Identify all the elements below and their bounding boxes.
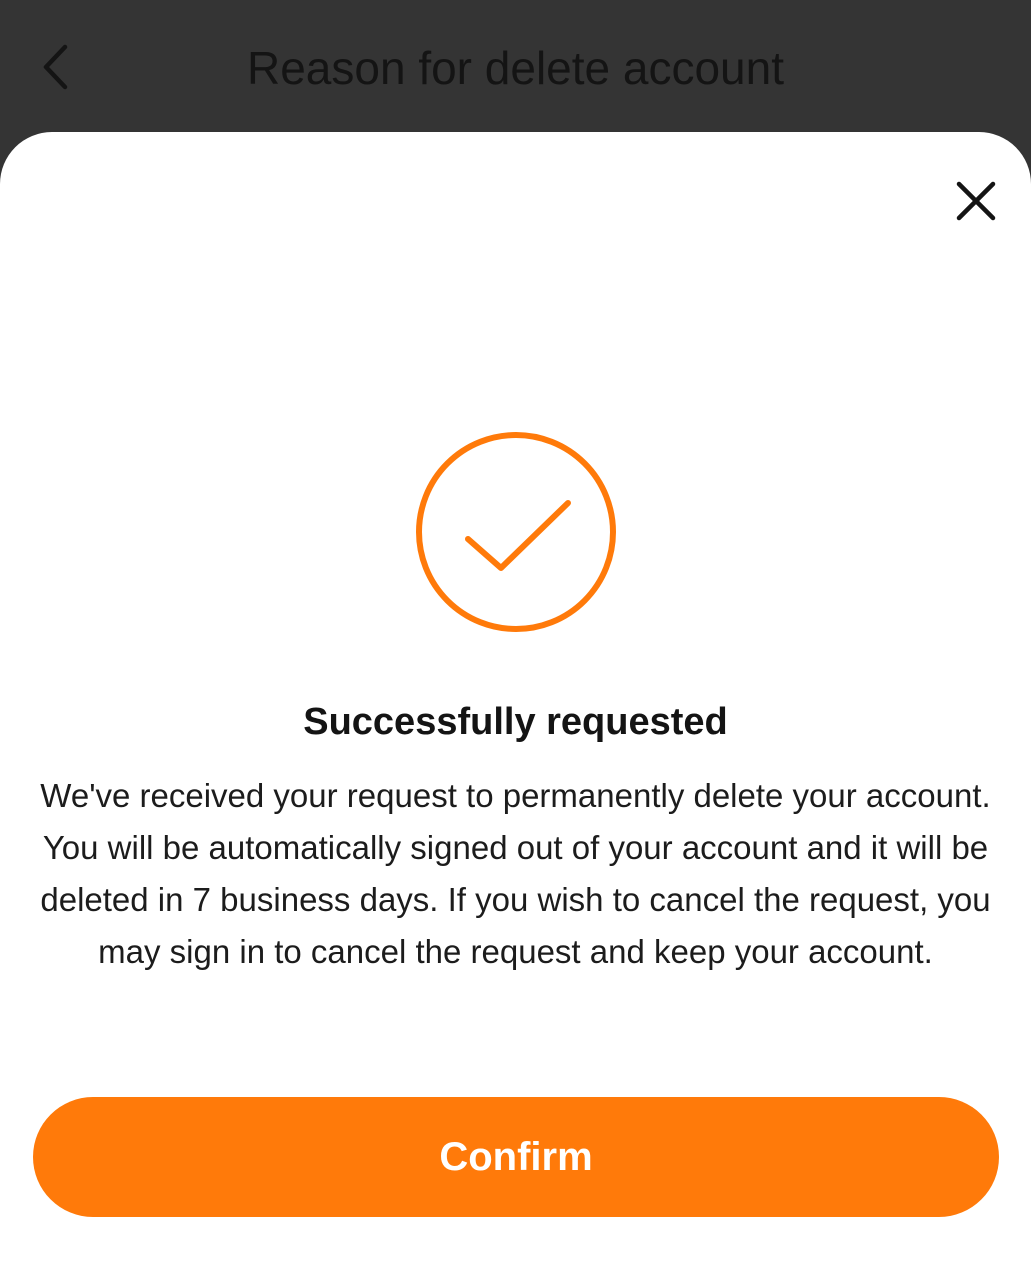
check-circle-icon: [416, 432, 616, 632]
app-header: Reason for delete account: [0, 0, 1031, 132]
close-button[interactable]: [951, 176, 1001, 226]
success-bottom-sheet: Successfully requested We've received yo…: [0, 132, 1031, 1280]
dialog-message: We've received your request to permanent…: [40, 777, 991, 970]
page-title: Reason for delete account: [246, 42, 785, 94]
confirm-button[interactable]: Confirm: [33, 1097, 999, 1217]
dialog-title: Successfully requested: [303, 701, 728, 743]
close-icon: [956, 181, 996, 221]
